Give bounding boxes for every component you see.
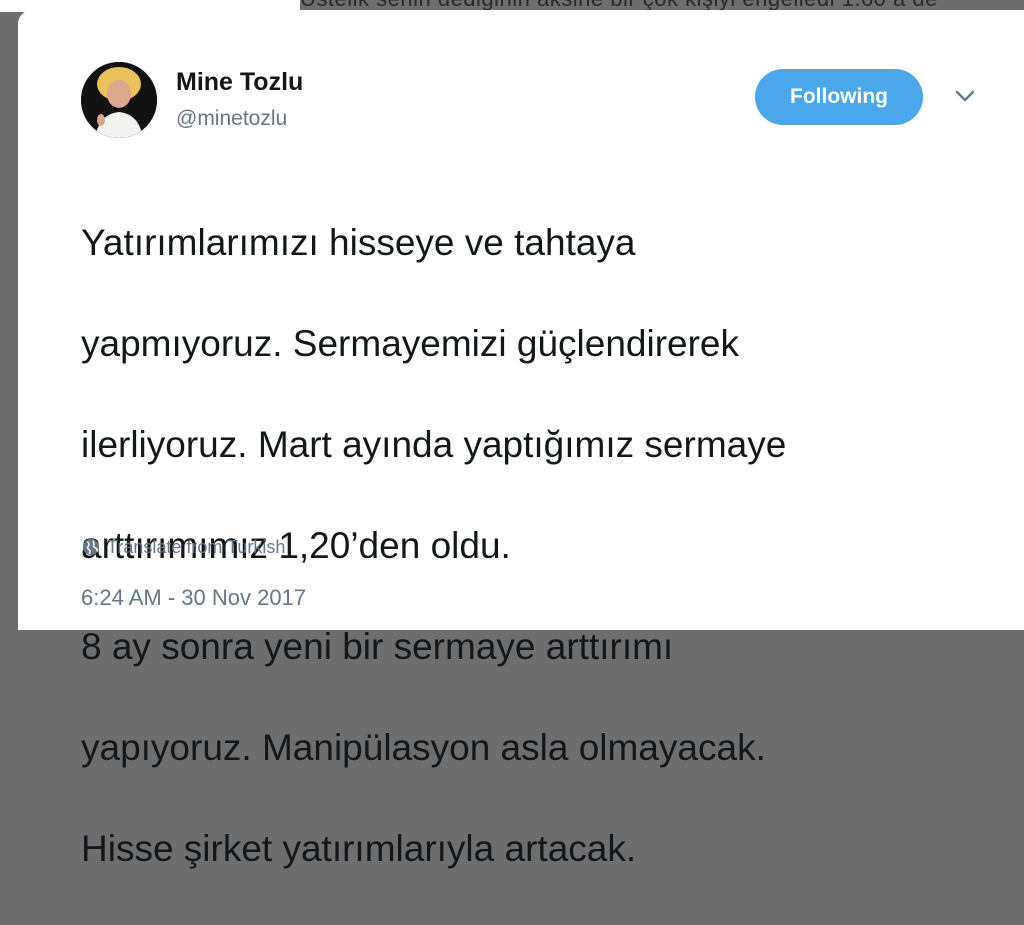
background-reply-text: Üstelik senin dediğinin aksine bir çok k… xyxy=(300,0,1024,10)
tweet-text-line: Yatırımlarımızı hisseye ve tahtaya xyxy=(81,221,636,263)
tweet-text-line: ilerliyoruz. Mart ayında yaptığımız serm… xyxy=(81,423,787,465)
tweet-text-line: yapıyoruz. Manipülasyon asla olmayacak. xyxy=(81,726,766,768)
avatar-image xyxy=(81,62,157,138)
chevron-down-icon[interactable] xyxy=(954,88,976,104)
avatar[interactable] xyxy=(81,62,157,138)
tweet-card: Mine Tozlu @minetozlu Following Yatırıml… xyxy=(18,10,1024,869)
translate-label: Translate from Turkish xyxy=(107,536,286,557)
author-handle[interactable]: @minetozlu xyxy=(176,107,287,131)
globe-icon xyxy=(82,538,100,556)
tweet-timestamp[interactable]: 6:24 AM - 30 Nov 2017 xyxy=(81,585,306,611)
translate-link[interactable]: Translate from Turkish xyxy=(82,536,285,558)
tweet-text-line: Hisse şirket yatırımlarıyla artacak. xyxy=(81,827,637,869)
tweet-text-line: 8 ay sonra yeni bir sermaye arttırımı xyxy=(81,625,674,667)
tweet-text-line: yapmıyoruz. Sermayemizi güçlendirerek xyxy=(81,322,740,364)
following-button[interactable]: Following xyxy=(755,69,923,125)
author-name[interactable]: Mine Tozlu xyxy=(176,68,303,97)
